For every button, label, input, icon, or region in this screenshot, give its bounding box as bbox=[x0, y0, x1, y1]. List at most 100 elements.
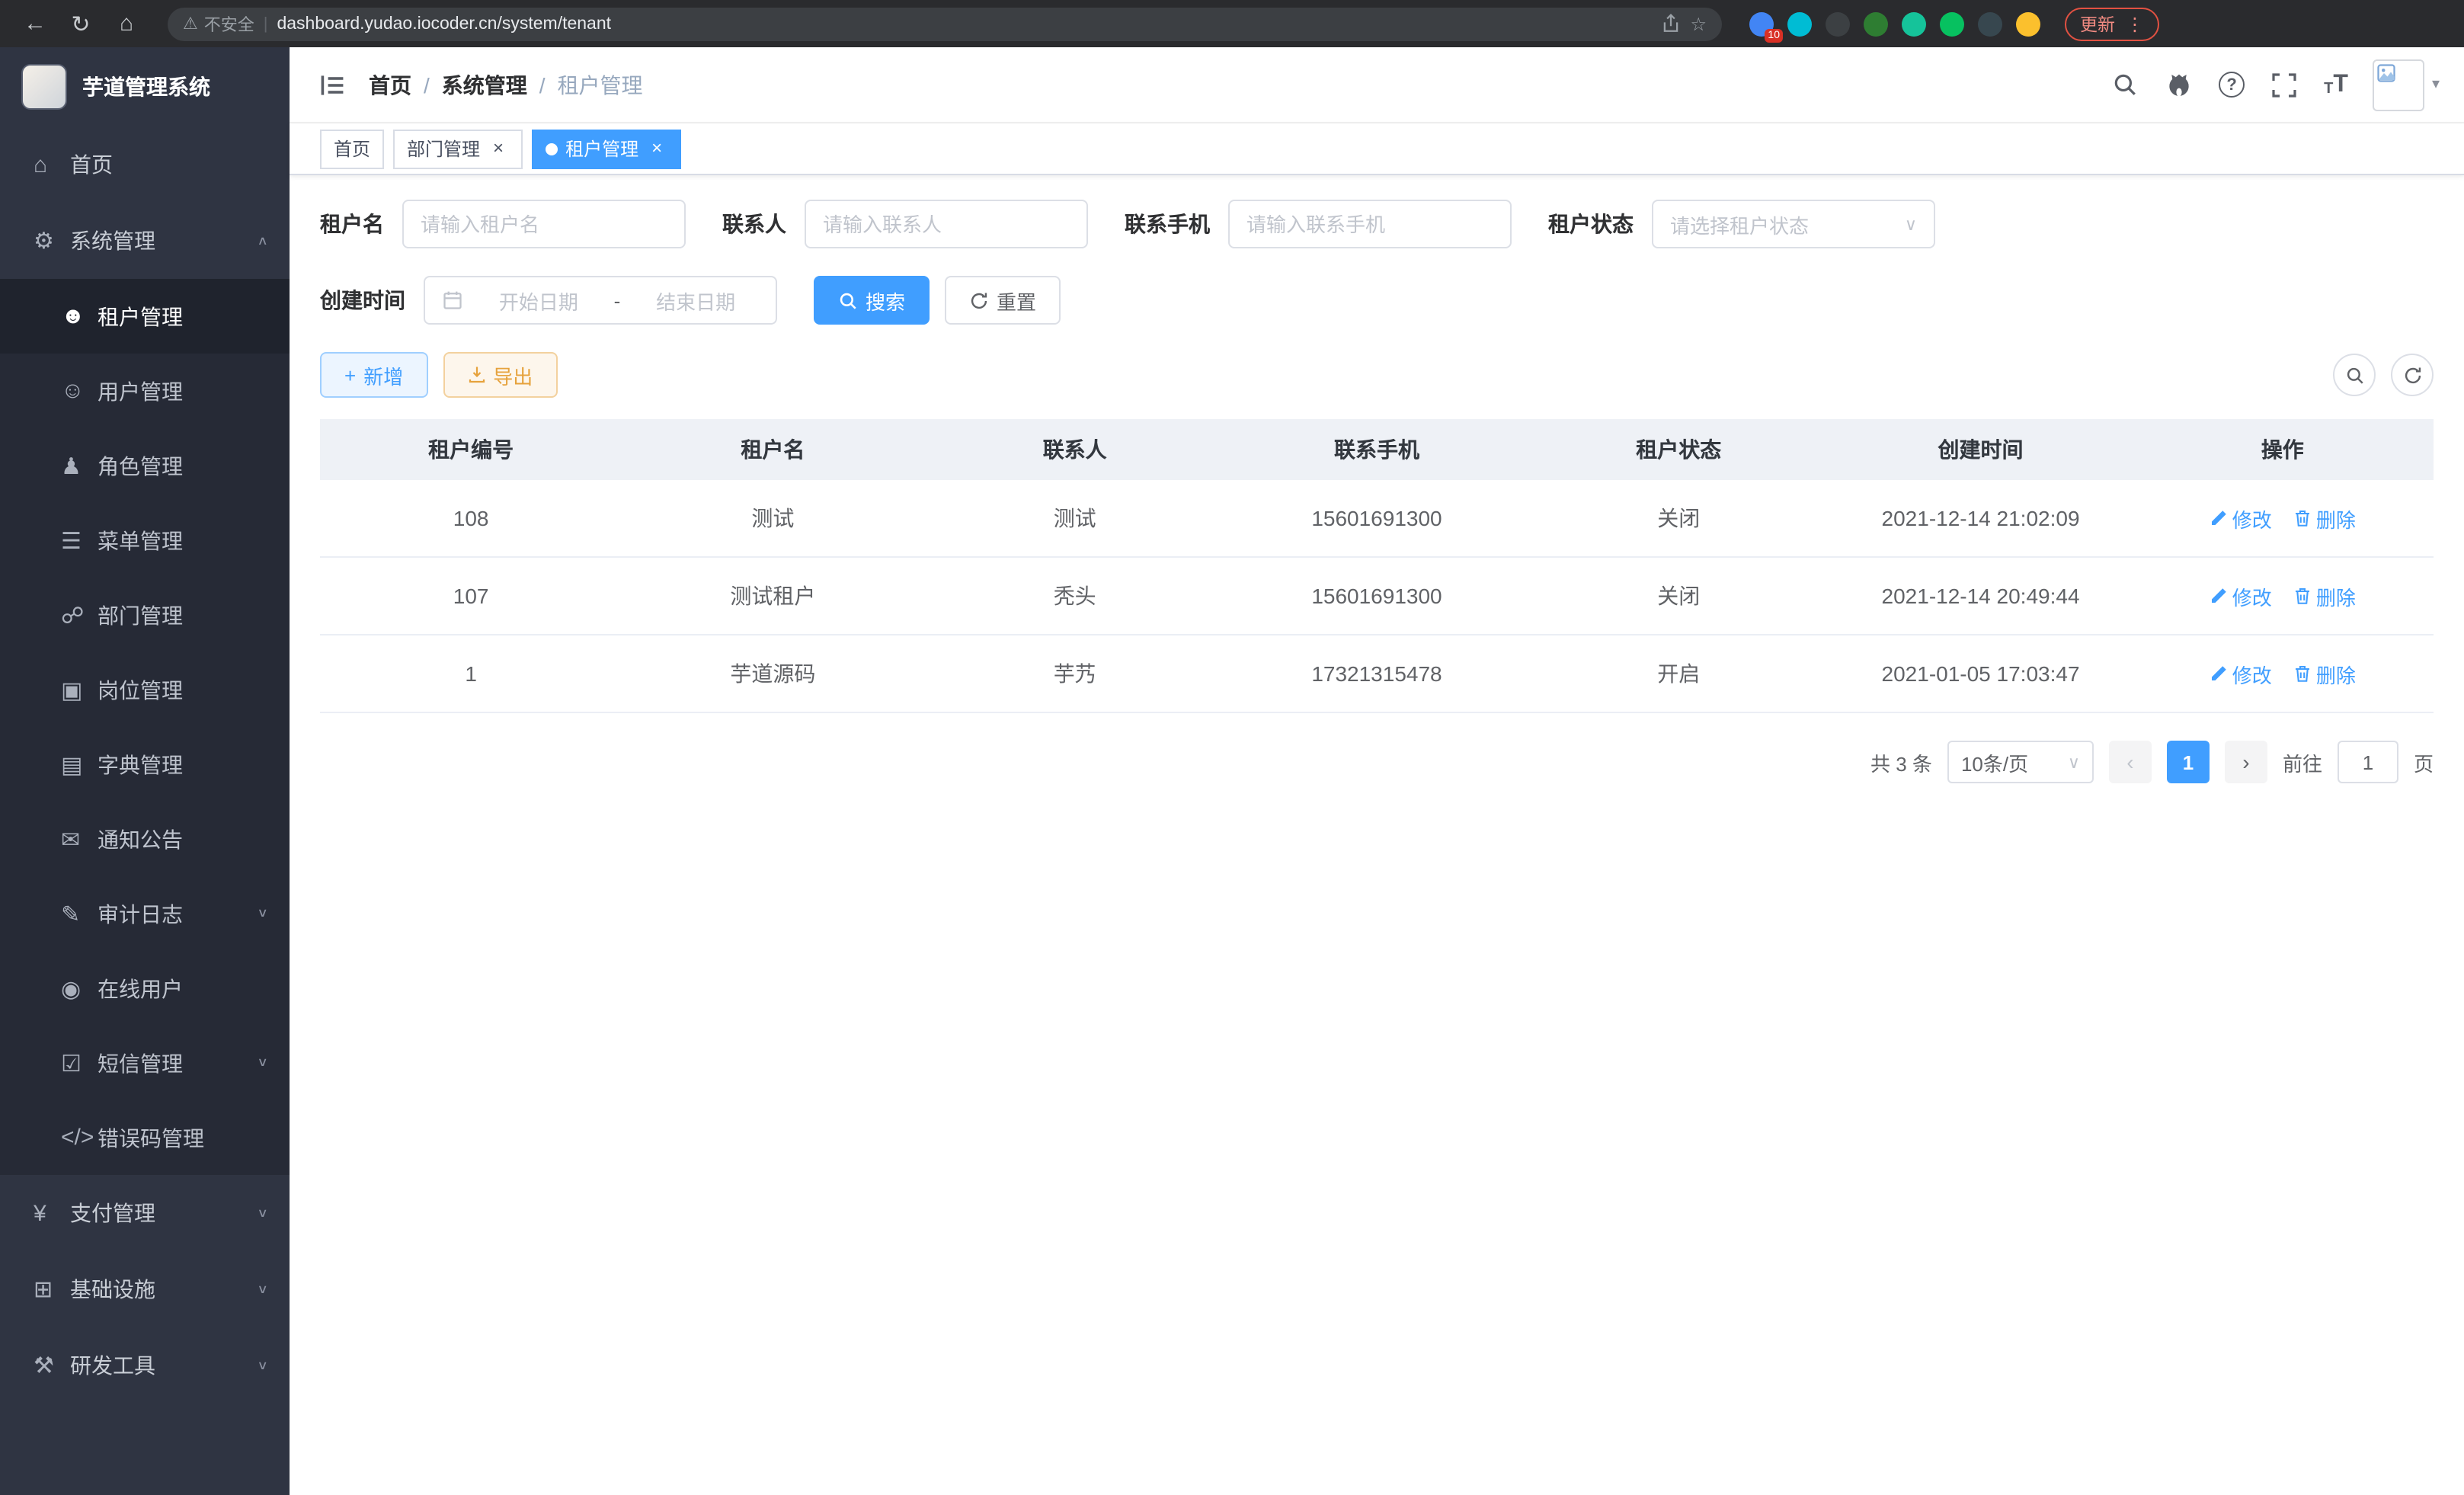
security-warning[interactable]: ⚠ 不安全 bbox=[183, 11, 254, 36]
tenant-name-input[interactable] bbox=[421, 213, 667, 235]
tab-label: 租户管理 bbox=[565, 136, 638, 162]
user-avatar-menu[interactable]: ▾ bbox=[2373, 59, 2440, 110]
cell-tenant-name: 芋道源码 bbox=[622, 635, 923, 712]
reset-button[interactable]: 重置 bbox=[945, 276, 1061, 325]
sidebar-item[interactable]: ▤ 字典管理 bbox=[0, 727, 290, 802]
extension-icon[interactable] bbox=[1978, 11, 2002, 36]
browser-reload-button[interactable]: ↻ bbox=[61, 4, 101, 43]
sidebar-item[interactable]: ☰ 菜单管理 bbox=[0, 503, 290, 578]
goto-page-input[interactable] bbox=[2338, 741, 2398, 783]
address-bar[interactable]: ⚠ 不安全 | dashboard.yudao.iocoder.cn/syste… bbox=[168, 7, 1722, 40]
delete-link[interactable]: 删除 bbox=[2293, 504, 2356, 533]
sidebar-item[interactable]: ☺ 用户管理 bbox=[0, 354, 290, 428]
page-number-button[interactable]: 1 bbox=[2167, 741, 2210, 783]
next-page-button[interactable]: › bbox=[2225, 741, 2267, 783]
extension-icon[interactable] bbox=[2016, 11, 2040, 36]
browser-menu-icon[interactable]: ⋮ bbox=[2126, 13, 2144, 34]
contact-input[interactable] bbox=[823, 213, 1070, 235]
sidebar-item-label: 研发工具 bbox=[70, 1350, 257, 1381]
breadcrumb-item[interactable]: 首页 / bbox=[369, 69, 442, 100]
refresh-button[interactable] bbox=[2391, 354, 2434, 396]
export-button[interactable]: 导出 bbox=[443, 352, 557, 398]
close-icon[interactable]: × bbox=[488, 138, 509, 159]
help-icon[interactable]: ? bbox=[2219, 72, 2245, 98]
extension-icon[interactable] bbox=[1940, 11, 1964, 36]
sidebar-item[interactable]: ¥ 支付管理 ∨ bbox=[0, 1175, 290, 1251]
sidebar-item[interactable]: ⌂ 首页 bbox=[0, 126, 290, 203]
github-icon[interactable] bbox=[2164, 69, 2194, 100]
cell-phone: 17321315478 bbox=[1226, 635, 1528, 712]
font-size-icon[interactable]: TT bbox=[2324, 72, 2348, 97]
breadcrumb-item[interactable]: 系统管理 / bbox=[442, 69, 558, 100]
cell-tenant-id: 107 bbox=[320, 558, 622, 634]
search-icon[interactable] bbox=[2109, 69, 2139, 100]
view-tab[interactable]: 首页 × bbox=[320, 129, 384, 168]
page-content: 租户名 联系人 联系手机 bbox=[290, 175, 2464, 1495]
status-select[interactable]: 请选择租户状态 ∨ bbox=[1652, 200, 1935, 248]
extension-icon[interactable]: 10 bbox=[1749, 11, 1774, 36]
fullscreen-icon[interactable] bbox=[2269, 69, 2299, 100]
sidebar-item[interactable]: ⊞ 基础设施 ∨ bbox=[0, 1251, 290, 1327]
table-row[interactable]: 108 测试 测试 15601691300 关闭 2021-12-14 21:0… bbox=[320, 480, 2434, 558]
breadcrumb: 首页 / 系统管理 / 租户管理 / bbox=[369, 69, 643, 100]
sidebar-item[interactable]: </> 错误码管理 bbox=[0, 1100, 290, 1175]
notice-icon: ✉ bbox=[61, 825, 98, 853]
sidebar-item[interactable]: ◉ 在线用户 bbox=[0, 951, 290, 1026]
search-button[interactable]: 搜索 bbox=[814, 276, 930, 325]
update-label: 更新 bbox=[2080, 11, 2115, 36]
delete-link[interactable]: 删除 bbox=[2293, 581, 2356, 610]
add-button[interactable]: + 新增 bbox=[320, 352, 427, 398]
bookmark-star-icon[interactable]: ☆ bbox=[1690, 13, 1707, 34]
breadcrumb-item[interactable]: 租户管理 / bbox=[558, 69, 643, 100]
extension-icon[interactable] bbox=[1787, 11, 1812, 36]
close-icon[interactable]: × bbox=[646, 138, 667, 159]
browser-update-button[interactable]: 更新 ⋮ bbox=[2065, 7, 2159, 40]
phone-filter: 联系手机 bbox=[1125, 200, 1512, 248]
delete-link[interactable]: 删除 bbox=[2293, 659, 2356, 688]
prev-page-button[interactable]: ‹ bbox=[2109, 741, 2152, 783]
sidebar-item[interactable]: ⚒ 研发工具 ∨ bbox=[0, 1327, 290, 1404]
sidebar-item[interactable]: ☍ 部门管理 bbox=[0, 578, 290, 652]
view-tab[interactable]: 租户管理 × bbox=[532, 129, 681, 168]
extension-icon[interactable] bbox=[1902, 11, 1926, 36]
hide-search-button[interactable] bbox=[2333, 354, 2376, 396]
sidebar-toggle-button[interactable] bbox=[305, 57, 360, 112]
sidebar-item[interactable]: ☻ 租户管理 bbox=[0, 279, 290, 354]
security-label: 不安全 bbox=[204, 11, 254, 36]
sidebar-logo[interactable]: 芋道管理系统 bbox=[0, 47, 290, 126]
extension-icon[interactable] bbox=[1826, 11, 1850, 36]
phone-input[interactable] bbox=[1246, 213, 1493, 235]
goto-label: 前往 bbox=[2283, 748, 2322, 776]
sidebar-item-label: 菜单管理 bbox=[98, 525, 268, 555]
cell-contact: 芋艿 bbox=[924, 635, 1226, 712]
sidebar-item[interactable]: ♟ 角色管理 bbox=[0, 428, 290, 503]
contact-filter: 联系人 bbox=[722, 200, 1088, 248]
edit-link[interactable]: 修改 bbox=[2210, 504, 2272, 533]
dev-tools-icon: ⚒ bbox=[34, 1352, 70, 1379]
tenant-name-input-wrap bbox=[402, 200, 686, 248]
page-unit-label: 页 bbox=[2414, 748, 2434, 776]
sidebar-item[interactable]: ☑ 短信管理 ∨ bbox=[0, 1026, 290, 1100]
extension-icon[interactable] bbox=[1864, 11, 1888, 36]
cell-status: 关闭 bbox=[1528, 558, 1829, 634]
navbar-actions: ? TT ▾ bbox=[2109, 59, 2440, 110]
table-row[interactable]: 1 芋道源码 芋艿 17321315478 开启 2021-01-05 17:0… bbox=[320, 635, 2434, 712]
view-tab[interactable]: 部门管理 × bbox=[393, 129, 523, 168]
date-range-picker[interactable]: 开始日期 - 结束日期 bbox=[424, 276, 777, 325]
browser-home-button[interactable]: ⌂ bbox=[107, 4, 146, 43]
chevron-icon: ∨ bbox=[257, 1056, 268, 1070]
sidebar-item[interactable]: ▣ 岗位管理 bbox=[0, 652, 290, 727]
sidebar-item[interactable]: ✉ 通知公告 bbox=[0, 802, 290, 876]
sidebar-item-label: 首页 bbox=[70, 149, 268, 180]
edit-link[interactable]: 修改 bbox=[2210, 659, 2272, 688]
page-size-select[interactable]: 10条/页 ∨ bbox=[1947, 741, 2094, 783]
sidebar-item[interactable]: ✎ 审计日志 ∨ bbox=[0, 876, 290, 951]
edit-link[interactable]: 修改 bbox=[2210, 581, 2272, 610]
cell-tenant-id: 108 bbox=[320, 480, 622, 556]
browser-back-button[interactable]: ← bbox=[15, 4, 55, 43]
sidebar-item[interactable]: ⚙ 系统管理 ∧ bbox=[0, 203, 290, 279]
audit-log-icon: ✎ bbox=[61, 900, 98, 927]
delete-link-label: 删除 bbox=[2316, 504, 2356, 533]
share-icon[interactable] bbox=[1661, 14, 1681, 34]
table-row[interactable]: 107 测试租户 秃头 15601691300 关闭 2021-12-14 20… bbox=[320, 558, 2434, 635]
